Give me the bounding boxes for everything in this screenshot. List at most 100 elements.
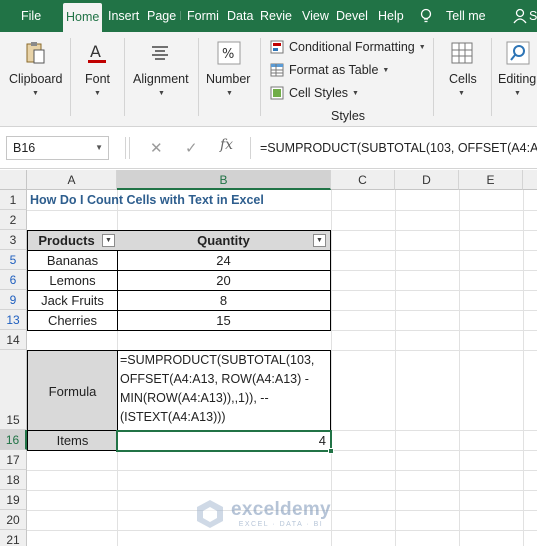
formula-input[interactable]: =SUMPRODUCT(SUBTOTAL(103, OFFSET(A4:A — [252, 136, 537, 160]
row-header-21[interactable]: 21 — [0, 530, 27, 546]
svg-text:A: A — [90, 42, 101, 61]
row-header-15[interactable]: 15 — [0, 350, 27, 430]
editing-group[interactable]: Editing ▼ — [492, 32, 537, 127]
cell-styles-button[interactable]: Cell Styles ▼ — [270, 83, 359, 103]
name-box[interactable]: B16 ▼ — [6, 136, 109, 160]
column-header-b[interactable]: B — [117, 170, 331, 190]
formula-text-line: MIN(ROW(A4:A13)),,1)), -- — [120, 391, 269, 405]
gridline — [523, 190, 524, 546]
search-icon — [506, 41, 530, 65]
alignment-group[interactable]: Alignment ▼ — [125, 32, 197, 127]
filter-funnel-icon[interactable]: ▼ — [102, 234, 115, 247]
row-header-5[interactable]: 5 — [0, 250, 27, 270]
share-label[interactable]: S — [529, 0, 537, 32]
row-header-1[interactable]: 1 — [0, 190, 27, 210]
format-as-table-button[interactable]: Format as Table ▼ — [270, 60, 389, 80]
tab-developer[interactable]: Devel — [336, 0, 371, 32]
cells-label: Cells — [449, 72, 477, 86]
alignment-label: Alignment — [133, 72, 189, 86]
cancel-icon[interactable]: ✕ — [150, 139, 163, 157]
formula-text-line: (ISTEXT(A4:A13))) — [120, 410, 226, 424]
cell-product[interactable]: Cherries — [27, 311, 118, 331]
number-label: Number — [206, 72, 251, 86]
user-icon[interactable] — [513, 8, 527, 24]
conditional-formatting-label: Conditional Formatting — [289, 40, 415, 54]
lightbulb-icon[interactable] — [420, 8, 432, 24]
conditional-formatting-icon — [270, 40, 284, 54]
ribbon: Clipboard ▼ A Font ▼ Alignment ▼ % Numbe… — [0, 32, 537, 127]
formula-label-cell[interactable]: Formula — [27, 350, 118, 431]
chevron-down-icon: ▼ — [226, 90, 233, 97]
header-products-label: Products — [38, 233, 95, 248]
insert-function-button[interactable]: fx — [220, 137, 233, 153]
sheet-title[interactable]: How Do I Count Cells with Text in Excel — [30, 190, 264, 210]
formula-text-line: OFFSET(A4:A13, ROW(A4:A13) - — [120, 372, 309, 386]
row-header-2[interactable]: 2 — [0, 210, 27, 230]
tab-insert[interactable]: Insert — [108, 0, 142, 32]
tab-formulas[interactable]: Formi — [187, 0, 220, 32]
formula-bar: B16 ▼ ✕ ✓ fx =SUMPRODUCT(SUBTOTAL(103, O… — [0, 127, 537, 169]
items-label-cell[interactable]: Items — [27, 431, 118, 451]
tab-data[interactable]: Data — [227, 0, 255, 32]
gridline — [459, 190, 460, 546]
cell-quantity[interactable]: 8 — [117, 291, 331, 311]
editing-label: Editing — [498, 72, 537, 86]
cell-quantity[interactable]: 24 — [117, 251, 331, 271]
chevron-down-icon: ▼ — [458, 90, 465, 97]
conditional-formatting-button[interactable]: Conditional Formatting ▼ — [270, 37, 426, 57]
row-header-17[interactable]: 17 — [0, 450, 27, 470]
row-header-6[interactable]: 6 — [0, 270, 27, 290]
column-header-d[interactable]: D — [395, 170, 459, 190]
row-header-19[interactable]: 19 — [0, 490, 27, 510]
chevron-down-icon: ▼ — [382, 66, 390, 74]
cells-icon — [451, 42, 473, 64]
gridline — [395, 190, 396, 546]
row-header-9[interactable]: 9 — [0, 290, 27, 310]
row-header-18[interactable]: 18 — [0, 470, 27, 490]
tab-review[interactable]: Revie — [260, 0, 294, 32]
tab-help[interactable]: Help — [378, 0, 406, 32]
row-header-14[interactable]: 14 — [0, 330, 27, 350]
watermark-tagline: EXCEL · DATA · BI — [238, 521, 324, 528]
gridline — [27, 490, 537, 491]
select-all-corner[interactable] — [0, 170, 27, 190]
font-label: Font — [85, 72, 111, 86]
clipboard-group[interactable]: Clipboard ▼ — [0, 32, 70, 127]
column-header-e[interactable]: E — [459, 170, 523, 190]
chevron-down-icon: ▼ — [158, 90, 165, 97]
exceldemy-watermark: exceldemy EXCEL · DATA · BI — [195, 498, 331, 530]
cell-product[interactable]: Jack Fruits — [27, 291, 118, 311]
tab-file[interactable]: File — [21, 0, 41, 32]
tab-view[interactable]: View — [302, 0, 330, 32]
number-group[interactable]: % Number ▼ — [199, 32, 259, 127]
column-header-f[interactable] — [523, 170, 537, 190]
chevron-down-icon: ▼ — [32, 90, 39, 97]
cell-quantity[interactable]: 20 — [117, 271, 331, 291]
ribbon-tab-bar: File Home Insert Page I Formi Data Revie… — [0, 0, 537, 32]
tab-page-layout[interactable]: Page I — [147, 0, 181, 32]
header-quantity[interactable]: Quantity — [117, 230, 331, 251]
row-header-20[interactable]: 20 — [0, 510, 27, 530]
tell-me-search[interactable]: Tell me — [446, 0, 486, 32]
filter-dropdown-icon[interactable]: ▼ — [313, 234, 326, 247]
font-icon: A — [88, 42, 106, 63]
column-header-c[interactable]: C — [331, 170, 395, 190]
enter-icon[interactable]: ✓ — [185, 139, 198, 157]
fill-handle[interactable] — [328, 448, 334, 454]
row-header-16[interactable]: 16 — [0, 430, 27, 450]
tab-home[interactable]: Home — [63, 3, 102, 32]
chevron-down-icon: ▼ — [418, 43, 426, 51]
cell-styles-label: Cell Styles — [289, 86, 349, 100]
align-center-icon — [152, 46, 168, 60]
chevron-down-icon[interactable]: ▼ — [95, 137, 103, 159]
cell-quantity[interactable]: 15 — [117, 311, 331, 331]
column-header-a[interactable]: A — [27, 170, 117, 190]
spreadsheet-grid[interactable]: A B C D E 1 2 3 5 6 9 13 14 15 16 17 18 … — [0, 170, 537, 546]
row-header-13[interactable]: 13 — [0, 310, 27, 330]
font-group[interactable]: A Font ▼ — [71, 32, 123, 127]
cells-group[interactable]: Cells ▼ — [434, 32, 490, 127]
row-header-3[interactable]: 3 — [0, 230, 27, 250]
cell-product[interactable]: Lemons — [27, 271, 118, 291]
format-as-table-label: Format as Table — [289, 63, 379, 77]
cell-product[interactable]: Bananas — [27, 251, 118, 271]
